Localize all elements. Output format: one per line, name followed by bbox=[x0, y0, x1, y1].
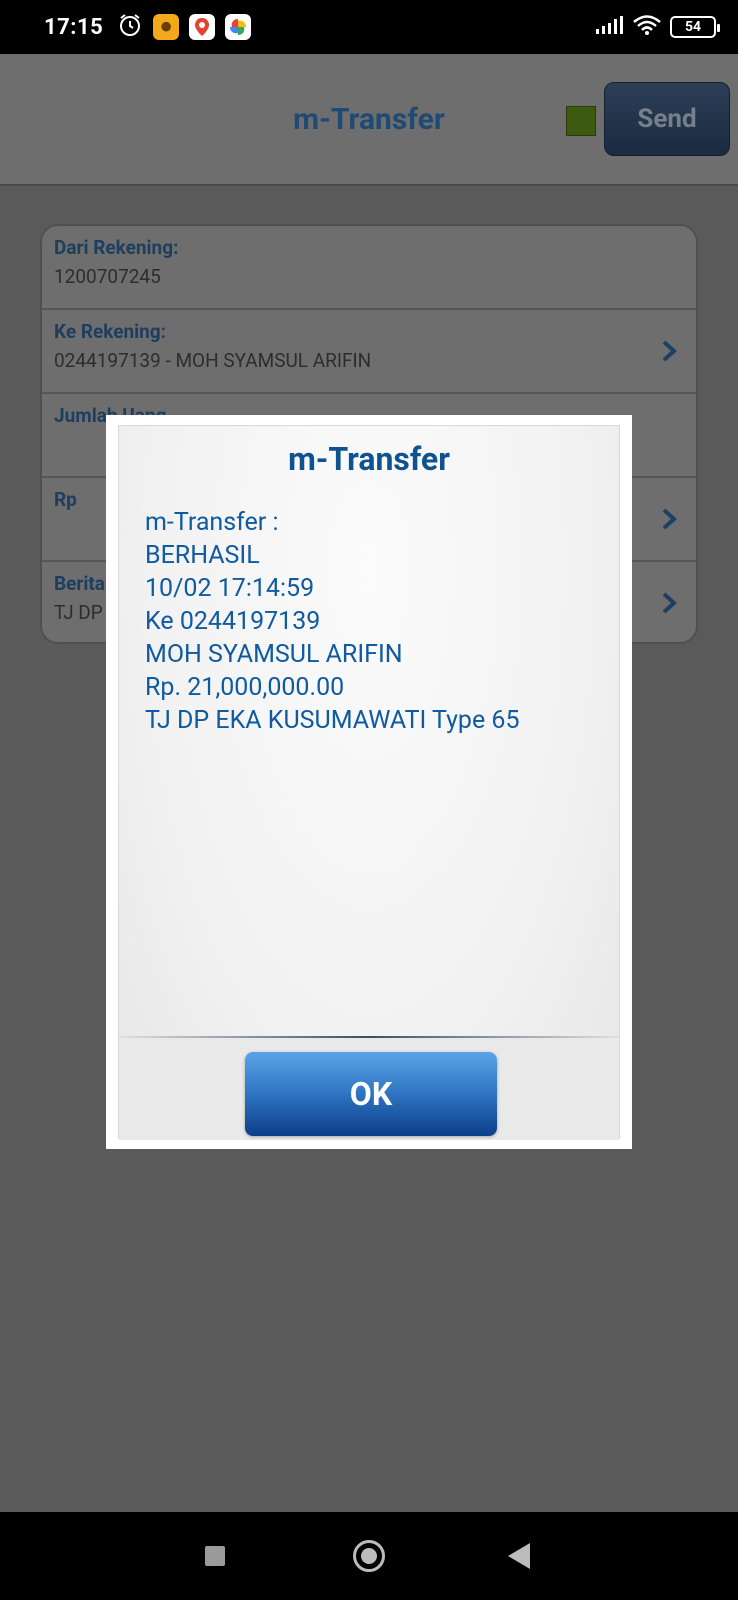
signal-icon bbox=[594, 15, 624, 39]
row-value: 0244197139 - MOH SYAMSUL ARIFIN bbox=[54, 349, 372, 372]
notification-icons: ⬤ bbox=[117, 12, 252, 42]
photos-icon bbox=[225, 14, 252, 40]
system-icons: 54 bbox=[594, 14, 720, 40]
form-row-destination-account[interactable]: Ke Rekening: 0244197139 - MOH SYAMSUL AR… bbox=[42, 310, 696, 394]
message-line: m-Transfer : bbox=[145, 508, 279, 537]
status-time: 17:15 bbox=[44, 14, 104, 40]
message-line: TJ DP EKA KUSUMAWATI Type 65 bbox=[145, 706, 520, 735]
maps-icon bbox=[189, 14, 216, 40]
row-label: Dari Rekening: bbox=[54, 236, 179, 259]
result-dialog: m-Transfer m-Transfer : BERHASIL 10/02 1… bbox=[106, 415, 632, 1149]
message-line: BERHASIL bbox=[145, 541, 260, 570]
wifi-icon bbox=[632, 14, 662, 40]
app-header: m-Transfer Send bbox=[0, 54, 738, 186]
dialog-title: m-Transfer bbox=[288, 440, 450, 478]
send-button[interactable]: Send bbox=[604, 82, 730, 156]
dialog-message: m-Transfer : BERHASIL 10/02 17:14:59 Ke … bbox=[145, 506, 605, 737]
message-line: Rp. 21,000,000.00 bbox=[145, 673, 345, 702]
alarm-icon bbox=[117, 12, 143, 42]
home-icon[interactable] bbox=[353, 1540, 385, 1572]
row-label: Ke Rekening: bbox=[54, 320, 167, 343]
message-line: Ke 0244197139 bbox=[145, 607, 321, 636]
recent-apps-icon[interactable] bbox=[205, 1546, 225, 1566]
connection-indicator bbox=[566, 106, 596, 136]
battery-icon: 54 bbox=[670, 16, 720, 38]
ok-button[interactable]: OK bbox=[245, 1052, 497, 1136]
status-bar: 17:15 ⬤ 54 bbox=[0, 0, 738, 54]
chevron-right-icon bbox=[658, 592, 680, 614]
form-row-source-account[interactable]: Dari Rekening: 1200707245 bbox=[42, 226, 696, 310]
shopee-icon: ⬤ bbox=[153, 14, 180, 40]
message-line: MOH SYAMSUL ARIFIN bbox=[145, 640, 403, 669]
back-icon[interactable] bbox=[508, 1543, 530, 1569]
chevron-right-icon bbox=[658, 508, 680, 530]
chevron-right-icon bbox=[658, 340, 680, 362]
message-line: 10/02 17:14:59 bbox=[145, 574, 315, 603]
row-value: 1200707245 bbox=[54, 265, 161, 288]
navigation-bar bbox=[0, 1512, 738, 1600]
battery-level: 54 bbox=[684, 19, 702, 35]
dialog-footer: OK bbox=[119, 1038, 619, 1140]
dialog-body: m-Transfer m-Transfer : BERHASIL 10/02 1… bbox=[118, 425, 620, 1140]
